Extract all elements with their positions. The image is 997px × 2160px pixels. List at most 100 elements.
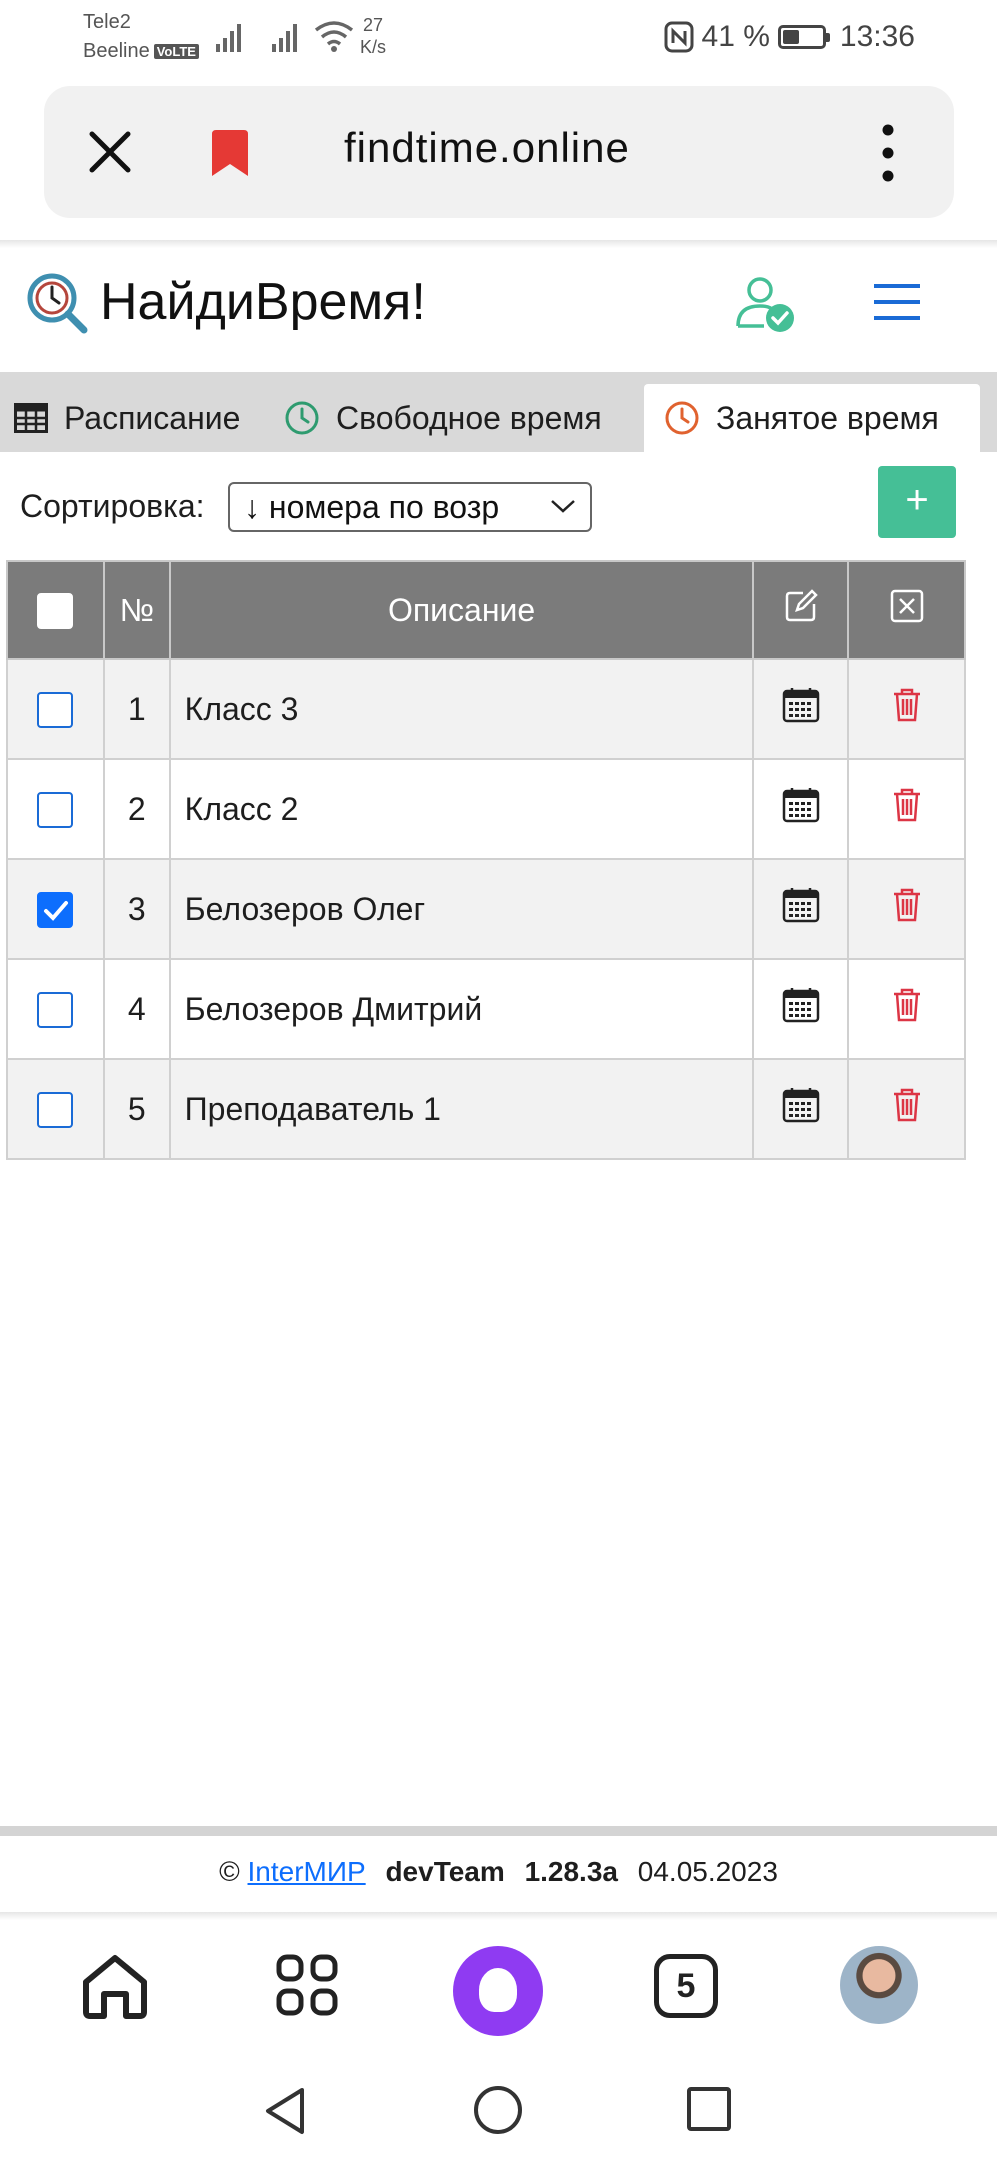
row-edit-cell[interactable]	[752, 1058, 850, 1160]
bookmark-icon[interactable]	[208, 130, 252, 178]
app-title[interactable]: НайдиВремя!	[100, 272, 426, 332]
apps-grid-icon[interactable]	[276, 1954, 338, 2016]
system-nav-bar	[0, 2050, 997, 2160]
row-delete-cell[interactable]	[847, 858, 966, 960]
row-description: Белозеров Олег	[168, 858, 755, 960]
select-all-checkbox[interactable]	[37, 593, 74, 630]
chevron-down-icon	[551, 500, 575, 513]
row-select-cell[interactable]	[6, 858, 105, 960]
row-delete-cell[interactable]	[847, 758, 966, 860]
tab-busy-time[interactable]: Занятое время	[644, 384, 980, 452]
hamburger-menu-icon[interactable]	[874, 282, 920, 322]
table-row[interactable]: 5 Преподаватель 1	[6, 1058, 966, 1160]
signal-icon	[216, 24, 241, 52]
alice-assistant-icon[interactable]	[453, 1946, 543, 2036]
url-field[interactable]: findtime.online	[344, 124, 630, 172]
more-menu-icon[interactable]	[882, 124, 894, 182]
table-row[interactable]: 3 Белозеров Олег	[6, 858, 966, 960]
row-select-cell[interactable]	[6, 658, 105, 760]
table-body: 1 Класс 3 2 Класс 2 3 Белозеров Олег 4 Белозеро…	[6, 658, 966, 1160]
home-circle-icon[interactable]	[472, 2084, 524, 2136]
sort-selected-value: ↓ номера по возр	[244, 489, 500, 525]
version: 1.28.3a	[524, 1856, 618, 1887]
sort-select[interactable]: ↓ номера по возр	[228, 482, 592, 532]
tab-schedule-label: Расписание	[64, 399, 241, 436]
avatar[interactable]	[840, 1946, 918, 2024]
carrier-beeline: Beeline VoLTE	[83, 40, 199, 63]
back-icon[interactable]	[262, 2086, 308, 2136]
signal-icon-2	[272, 24, 297, 52]
tab-free-time-label: Свободное время	[336, 399, 602, 436]
calendar-icon[interactable]	[782, 1087, 820, 1123]
row-description: Класс 2	[168, 758, 755, 860]
table-row[interactable]: 2 Класс 2	[6, 758, 966, 860]
trash-icon[interactable]	[892, 687, 922, 723]
user-check-icon[interactable]	[734, 274, 798, 336]
battery-percent: 41 %	[701, 20, 770, 53]
row-number: 5	[102, 1058, 171, 1160]
table-icon	[14, 403, 48, 433]
address-bar: findtime.online	[44, 86, 954, 218]
sort-label: Сортировка:	[20, 488, 205, 524]
table-row[interactable]: 4 Белозеров Дмитрий	[6, 958, 966, 1060]
row-checkbox[interactable]	[37, 1092, 74, 1129]
carrier-tele2: Tele2	[83, 11, 131, 33]
trash-icon[interactable]	[892, 887, 922, 923]
header-select-all[interactable]	[6, 560, 105, 660]
row-checkbox[interactable]	[37, 892, 74, 929]
tab-schedule[interactable]: Расписание	[14, 384, 240, 452]
add-button[interactable]: +	[878, 466, 956, 538]
row-delete-cell[interactable]	[847, 658, 966, 760]
row-checkbox[interactable]	[37, 792, 74, 829]
row-description: Белозеров Дмитрий	[168, 958, 755, 1060]
table-row[interactable]: 1 Класс 3	[6, 658, 966, 760]
calendar-icon[interactable]	[782, 687, 820, 723]
footer-divider	[0, 1826, 997, 1836]
recents-icon[interactable]	[686, 2086, 732, 2132]
divider	[0, 1912, 997, 1920]
clock-green-icon	[284, 400, 320, 436]
net-speed-unit: K/s	[360, 37, 387, 57]
row-edit-cell[interactable]	[752, 958, 850, 1060]
row-select-cell[interactable]	[6, 758, 105, 860]
status-bar: Tele2 Beeline VoLTE 27 K/s 41 % 13:36	[0, 0, 997, 78]
tab-bar: Расписание Свободное время Занятое время	[0, 372, 997, 452]
row-select-cell[interactable]	[6, 958, 105, 1060]
row-edit-cell[interactable]	[752, 858, 850, 960]
row-delete-cell[interactable]	[847, 1058, 966, 1160]
row-edit-cell[interactable]	[752, 758, 850, 860]
header-edit	[752, 560, 850, 660]
close-icon[interactable]	[86, 128, 134, 176]
home-icon[interactable]	[80, 1950, 150, 2020]
row-checkbox[interactable]	[37, 992, 74, 1029]
calendar-icon[interactable]	[782, 787, 820, 823]
busy-time-table: № Описание 1 Класс 3 2 Класс 2 3 Белозеров Ол…	[6, 560, 966, 1160]
row-checkbox[interactable]	[37, 692, 74, 729]
carrier-beeline-label: Beeline	[83, 40, 150, 62]
row-number: 2	[102, 758, 171, 860]
row-number: 4	[102, 958, 171, 1060]
calendar-icon[interactable]	[782, 887, 820, 923]
volte-badge: VoLTE	[153, 44, 199, 60]
header-delete	[847, 560, 966, 660]
divider	[0, 240, 997, 248]
row-select-cell[interactable]	[6, 1058, 105, 1160]
row-description: Преподаватель 1	[168, 1058, 755, 1160]
trash-icon[interactable]	[892, 987, 922, 1023]
edit-icon	[785, 589, 818, 622]
trash-icon[interactable]	[892, 1087, 922, 1123]
dev-team: devTeam	[385, 1856, 505, 1887]
row-delete-cell[interactable]	[847, 958, 966, 1060]
tabs-count-button[interactable]: 5	[654, 1954, 718, 2018]
row-edit-cell[interactable]	[752, 658, 850, 760]
intermir-link[interactable]: InterМИР	[248, 1856, 366, 1887]
nfc-icon	[664, 21, 694, 53]
tab-busy-time-label: Занятое время	[716, 399, 939, 436]
wifi-icon	[314, 21, 354, 52]
net-speed: 27 K/s	[360, 14, 386, 58]
trash-icon[interactable]	[892, 787, 922, 823]
close-square-icon	[890, 589, 923, 623]
row-number: 3	[102, 858, 171, 960]
calendar-icon[interactable]	[782, 987, 820, 1023]
tab-free-time[interactable]: Свободное время	[284, 384, 602, 452]
